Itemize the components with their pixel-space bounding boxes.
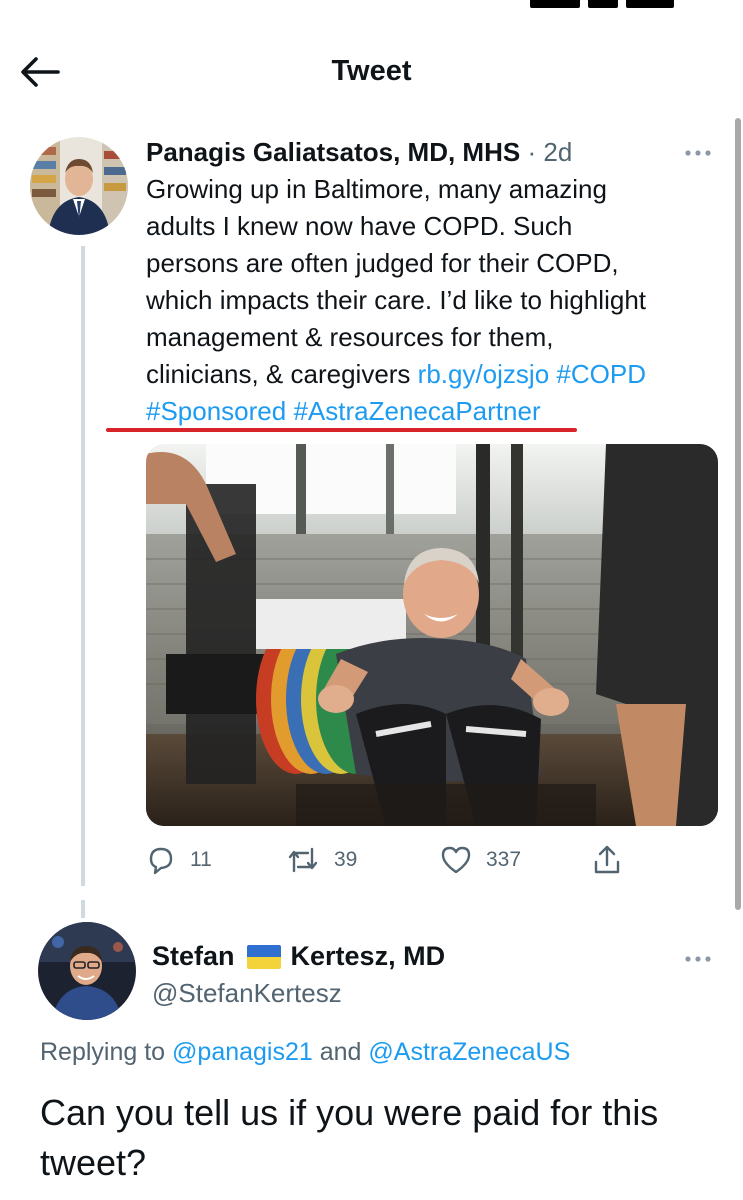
like-count: 337 bbox=[486, 848, 522, 871]
retweet-icon bbox=[288, 847, 318, 873]
tweet-text-line: #Sponsored #AstraZenecaPartner bbox=[146, 393, 726, 430]
photo-man-exercising bbox=[146, 444, 718, 826]
like-button[interactable]: 337 bbox=[440, 842, 521, 878]
replying-to-prefix: Replying to bbox=[40, 1038, 173, 1066]
tweet-text-line: which impacts their care. I’d like to hi… bbox=[146, 285, 647, 315]
reply-button[interactable]: 11 bbox=[146, 842, 212, 878]
reply-more-options-icon[interactable] bbox=[680, 952, 716, 966]
hashtag-copd[interactable]: #COPD bbox=[556, 359, 646, 389]
reply-icon bbox=[149, 847, 173, 875]
page-title: Tweet bbox=[331, 55, 412, 87]
tweet-text: Growing up in Baltimore, many amazing ad… bbox=[146, 171, 726, 430]
status-bar bbox=[0, 0, 743, 14]
retweet-button[interactable]: 39 bbox=[286, 842, 357, 878]
tweet-text-line: Growing up in Baltimore, many amazing bbox=[146, 174, 607, 204]
reply-author-last-name: Kertesz, MD bbox=[290, 941, 446, 971]
tweet-text-line: adults I knew now have COPD. Such bbox=[146, 211, 573, 241]
tweet-photo[interactable] bbox=[146, 444, 718, 826]
tweet-text-fragment: clinicians, & caregivers bbox=[146, 359, 418, 389]
reply-author-avatar[interactable] bbox=[38, 922, 136, 1020]
meta-separator: · bbox=[527, 137, 537, 167]
reply-count: 11 bbox=[190, 848, 212, 871]
reply-author-first-name: Stefan bbox=[152, 941, 235, 971]
hashtag-sponsored[interactable]: #Sponsored bbox=[146, 396, 286, 426]
thread-connector-line-lower bbox=[81, 900, 85, 918]
tweet-timestamp[interactable]: 2d bbox=[543, 137, 572, 167]
tweet-link[interactable]: rb.gy/ojzsjo bbox=[418, 359, 550, 389]
replying-to-line: Replying to @panagis21 and @AstraZenecaU… bbox=[40, 1038, 570, 1067]
retweet-count: 39 bbox=[334, 848, 358, 871]
thread-connector-line bbox=[81, 246, 85, 886]
reply-author-handle[interactable]: @StefanKertesz bbox=[152, 978, 342, 1009]
tweet-text-line: management & resources for them, bbox=[146, 322, 554, 352]
status-icons bbox=[530, 0, 690, 8]
author-name[interactable]: Panagis Galiatsatos, MD, MHS bbox=[146, 137, 520, 167]
hashtag-astrazeneca-partner[interactable]: #AstraZenecaPartner bbox=[293, 396, 540, 426]
share-button[interactable] bbox=[592, 842, 622, 878]
scrollbar[interactable] bbox=[735, 118, 741, 910]
author-avatar[interactable] bbox=[30, 137, 128, 235]
red-annotation-underline bbox=[106, 428, 577, 432]
tweet-text-line: clinicians, & caregivers rb.gy/ojzsjo #C… bbox=[146, 356, 726, 393]
tweet-actions: 11 39 337 bbox=[146, 842, 626, 878]
replying-to-user-astrazeneca[interactable]: @AstraZenecaUS bbox=[368, 1038, 570, 1066]
replying-to-user-panagis[interactable]: @panagis21 bbox=[172, 1038, 313, 1066]
heart-icon bbox=[441, 846, 471, 874]
tweet-header: Panagis Galiatsatos, MD, MHS · 2d bbox=[146, 136, 572, 168]
replying-to-and: and bbox=[312, 1038, 369, 1066]
share-icon bbox=[594, 845, 620, 874]
top-app-bar: Tweet bbox=[0, 40, 743, 104]
tweet-text-line: persons are often judged for their COPD, bbox=[146, 248, 619, 278]
more-options-icon[interactable] bbox=[680, 146, 716, 160]
reply-author-name[interactable]: Stefan Kertesz, MD bbox=[152, 941, 445, 972]
reply-tweet-text: Can you tell us if you were paid for thi… bbox=[40, 1092, 659, 1183]
ukraine-flag-icon bbox=[246, 944, 281, 969]
